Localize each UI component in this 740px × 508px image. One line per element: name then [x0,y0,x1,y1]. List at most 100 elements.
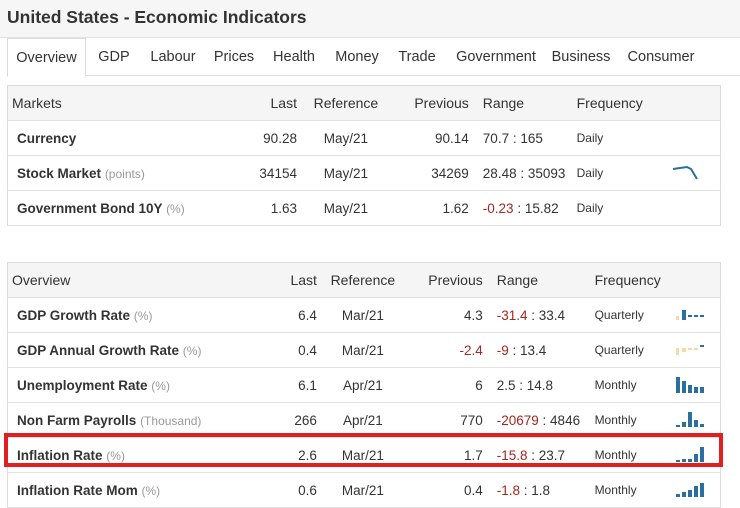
indicator-unit: (%) [133,308,153,323]
tab-consumer[interactable]: Consumer [621,38,701,76]
reference-date: Apr/21 [316,367,409,403]
range-separator: : [508,342,521,358]
previous-value: 90.14 [394,120,469,156]
chart-cell [670,190,721,226]
range-low: -1.8 [496,482,520,498]
overview-col-last: Last [239,262,317,298]
range-low: 28.48 [482,165,517,181]
title-bar: United States - Economic Indicators [0,0,740,38]
sparkline-chart-icon[interactable] [675,410,705,428]
overview-header-row: Overview Last Reference Previous Range F… [7,262,721,298]
range-low: -0.23 [482,200,514,216]
range-separator: : [516,165,528,181]
overview-col-name: Overview [7,262,240,298]
chart-cell [674,472,721,508]
page-title: United States - Economic Indicators [7,7,307,27]
range-separator: : [538,412,551,428]
indicator-unit: (%) [182,343,202,358]
markets-col-previous: Previous [394,85,469,121]
table-row[interactable]: Stock Market (points) 34154 May/21 34269… [7,155,721,191]
overview-col-previous: Previous [408,262,483,298]
table-row[interactable]: Currency 90.28 May/21 90.14 70.7 : 165 D… [7,120,721,156]
tab-money[interactable]: Money [329,38,385,76]
range-separator: : [527,307,539,323]
markets-col-frequency: Frequency [576,85,671,121]
frequency: Daily [576,120,671,156]
tab-labour[interactable]: Labour [145,38,201,76]
range-low: -31.4 [496,307,528,323]
frequency: Quarterly [590,332,675,368]
indicator-name-link[interactable]: Government Bond 10Y [17,201,162,216]
indicator-name-link[interactable]: Non Farm Payrolls [17,413,136,428]
reference-date: Mar/21 [316,472,409,508]
table-row[interactable]: Inflation Rate (%) 2.6 Mar/21 1.7 -15.8 … [7,437,721,473]
range-low: 2.5 [496,377,516,393]
reference-date: Mar/21 [316,332,409,368]
table-row[interactable]: GDP Growth Rate (%) 6.4 Mar/21 4.3 -31.4… [7,297,721,333]
range-low: -9 [496,342,509,358]
overview-col-chart [674,262,721,298]
table-row[interactable]: Inflation Rate Mom (%) 0.6 Mar/21 0.4 -1… [7,472,721,508]
markets-col-reference: Reference [296,85,395,121]
indicator-unit: (%) [166,201,185,216]
markets-header-row: Markets Last Reference Previous Range Fr… [7,85,721,121]
overview-col-frequency: Frequency [590,262,675,298]
range-separator: : [515,377,527,393]
previous-value: 1.7 [408,437,483,473]
range-high: 33.4 [538,307,566,323]
reference-date: May/21 [296,190,395,226]
overview-col-reference: Reference [316,262,409,298]
previous-value: 4.3 [408,297,483,333]
sparkline-chart-icon[interactable] [671,163,701,181]
frequency: Monthly [590,437,675,473]
previous-value: 0.4 [408,472,483,508]
indicator-name-link[interactable]: GDP Annual Growth Rate [17,343,179,358]
table-row[interactable]: Unemployment Rate (%) 6.1 Apr/21 6 2.5 :… [7,367,721,403]
indicator-unit: (%) [141,483,161,498]
range-high: 15.82 [524,200,559,216]
range-high: 4846 [550,412,581,428]
tab-business[interactable]: Business [549,38,613,76]
table-row[interactable]: GDP Annual Growth Rate (%) 0.4 Mar/21 -2… [7,332,721,368]
chart-cell [670,155,721,191]
sparkline-chart-icon[interactable] [675,375,705,393]
table-row[interactable]: Non Farm Payrolls (Thousand) 266 Apr/21 … [7,402,721,438]
last-value: 34154 [239,155,297,191]
tab-overview[interactable]: Overview [7,38,86,77]
previous-value: 6 [408,367,483,403]
markets-col-name: Markets [7,85,240,121]
tab-government[interactable]: Government [451,38,541,76]
tab-health[interactable]: Health [269,38,319,76]
indicator-name-link[interactable]: GDP Growth Rate [17,308,130,323]
indicator-name-link[interactable]: Currency [17,131,76,146]
chart-cell [674,367,721,403]
chart-cell [670,120,721,156]
tab-trade[interactable]: Trade [393,38,441,76]
reference-date: May/21 [296,155,395,191]
last-value: 6.4 [239,297,317,333]
frequency: Monthly [590,402,675,438]
markets-table: Markets Last Reference Previous Range Fr… [7,85,721,226]
last-value: 0.6 [239,472,317,508]
tab-gdp[interactable]: GDP [91,38,137,76]
range-separator: : [520,482,532,498]
tab-prices[interactable]: Prices [209,38,259,76]
range-separator: : [527,447,539,463]
indicator-unit: (%) [151,378,170,393]
sparkline-chart-icon[interactable] [675,445,705,463]
sparkline-chart-icon[interactable] [675,305,705,323]
indicator-name-link[interactable]: Inflation Rate Mom [17,483,138,498]
indicator-name-link[interactable]: Unemployment Rate [17,378,148,393]
indicator-name-link[interactable]: Inflation Rate [17,448,103,463]
markets-col-range: Range [468,85,577,121]
range-low: -20679 [496,412,539,428]
markets-col-chart [670,85,721,121]
indicator-name-link[interactable]: Stock Market [17,166,101,181]
previous-value: 34269 [394,155,469,191]
table-row[interactable]: Government Bond 10Y (%) 1.63 May/21 1.62… [7,190,721,226]
previous-value: -2.4 [408,332,483,368]
frequency: Daily [576,190,671,226]
sparkline-chart-icon[interactable] [675,480,705,498]
sparkline-chart-icon[interactable] [675,340,705,358]
previous-value: 770 [408,402,483,438]
